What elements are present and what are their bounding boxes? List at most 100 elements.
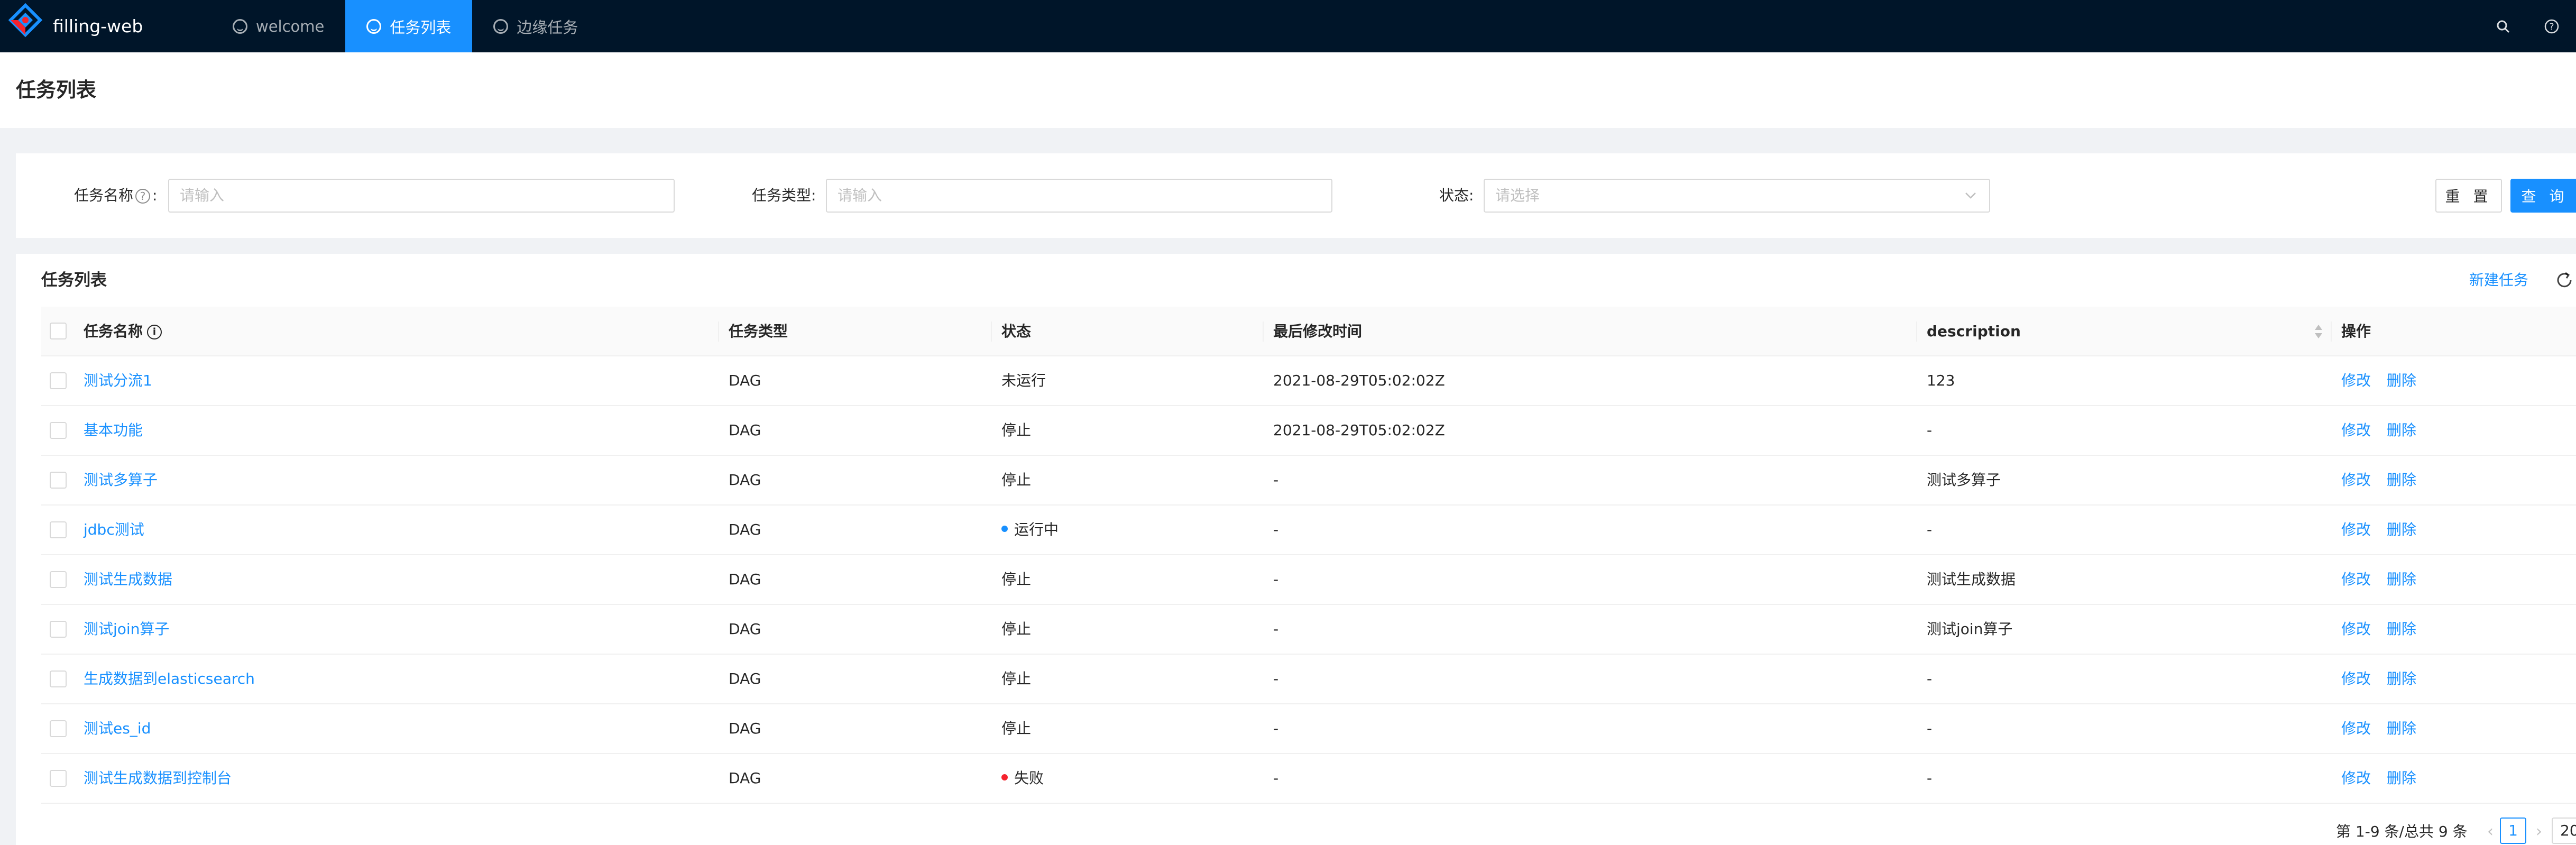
- pagination-prev-button[interactable]: ‹: [2480, 818, 2501, 845]
- edit-link[interactable]: 修改: [2341, 605, 2371, 654]
- task-name-link[interactable]: 测试分流1: [84, 356, 152, 405]
- row-checkbox[interactable]: [50, 571, 67, 588]
- page-size-select[interactable]: 20: [2552, 818, 2576, 844]
- delete-link[interactable]: 删除: [2387, 356, 2416, 405]
- task-name-link[interactable]: 测试join算子: [84, 605, 169, 654]
- app-title[interactable]: filling-web: [53, 0, 143, 52]
- description-cell: -: [1927, 421, 1933, 439]
- query-button[interactable]: 查 询: [2510, 179, 2576, 213]
- task-status-text: 运行中: [1014, 521, 1059, 538]
- info-circle-icon[interactable]: i: [147, 325, 162, 339]
- edit-link[interactable]: 修改: [2341, 704, 2371, 753]
- pagination-page-1[interactable]: 1: [2500, 818, 2526, 844]
- reset-button[interactable]: 重 置: [2435, 179, 2502, 213]
- task-type-label-text: 任务类型: [752, 187, 812, 204]
- nav-item-edge-tasks[interactable]: 边缘任务: [472, 0, 599, 52]
- task-type-cell: DAG: [729, 521, 761, 538]
- status-dot-icon: [1001, 774, 1008, 780]
- task-name-link[interactable]: 测试生成数据: [84, 555, 172, 604]
- header-actions: ?: [2479, 0, 2576, 52]
- table-row: 测试生成数据到控制台 DAG 失败 - - 修改 删除: [41, 754, 2576, 804]
- table-row: 测试分流1 DAG 未运行 2021-08-29T05:02:02Z 123 修改 删除: [41, 356, 2576, 406]
- task-status-text: 停止: [1001, 421, 1032, 439]
- task-type-cell: DAG: [729, 471, 761, 489]
- task-type-input-wrapper: [826, 179, 1332, 213]
- reload-icon[interactable]: [2554, 270, 2575, 291]
- select-all-checkbox[interactable]: [50, 323, 67, 339]
- question-circle-icon[interactable]: ?: [135, 189, 151, 204]
- task-name-link[interactable]: 测试多算子: [84, 456, 158, 504]
- row-checkbox[interactable]: [50, 720, 67, 737]
- task-type-cell: DAG: [729, 372, 761, 389]
- nav-item-welcome[interactable]: welcome: [211, 0, 345, 52]
- task-type-cell: DAG: [729, 769, 761, 787]
- delete-link[interactable]: 删除: [2387, 754, 2416, 803]
- header-help-button[interactable]: ?: [2527, 0, 2576, 52]
- description-cell: 测试生成数据: [1927, 571, 2016, 588]
- column-header-description[interactable]: description: [1927, 307, 2021, 356]
- task-name-link[interactable]: 测试es_id: [84, 704, 151, 753]
- edit-link[interactable]: 修改: [2341, 754, 2371, 803]
- task-name-link[interactable]: 生成数据到elasticsearch: [84, 655, 255, 703]
- label-colon: :: [811, 187, 816, 204]
- modified-time-cell: -: [1273, 720, 1279, 737]
- task-name-input-wrapper: [168, 179, 675, 213]
- task-name-input[interactable]: [180, 180, 663, 211]
- edit-link[interactable]: 修改: [2341, 506, 2371, 554]
- edit-link[interactable]: 修改: [2341, 356, 2371, 405]
- edit-link[interactable]: 修改: [2341, 406, 2371, 455]
- task-status-cell: 未运行: [1001, 356, 1046, 405]
- description-cell: 123: [1927, 372, 1955, 389]
- task-name-link[interactable]: 测试生成数据到控制台: [84, 754, 232, 803]
- pagination-next-button[interactable]: ›: [2528, 818, 2550, 845]
- row-checkbox[interactable]: [50, 521, 67, 538]
- status-select[interactable]: 请选择: [1484, 179, 1990, 213]
- row-checkbox[interactable]: [50, 621, 67, 638]
- task-type-input[interactable]: [838, 180, 1321, 211]
- row-checkbox[interactable]: [50, 422, 67, 439]
- row-checkbox[interactable]: [50, 770, 67, 787]
- modified-time-cell: 2021-08-29T05:02:02Z: [1273, 372, 1445, 389]
- task-table-card: 任务列表 新建任务 任务名称 i 任务类型 状态 最后修改时间 descripti…: [16, 254, 2576, 845]
- delete-link[interactable]: 删除: [2387, 655, 2416, 703]
- page-title: 任务列表: [16, 78, 97, 102]
- delete-link[interactable]: 删除: [2387, 456, 2416, 504]
- task-status-cell: 停止: [1001, 406, 1031, 455]
- smile-icon: [493, 19, 509, 34]
- column-header-name[interactable]: 任务名称 i: [84, 307, 162, 356]
- task-status-text: 失败: [1014, 769, 1044, 787]
- delete-link[interactable]: 删除: [2387, 704, 2416, 753]
- modified-time-cell: -: [1273, 620, 1279, 638]
- sort-icon[interactable]: [2313, 323, 2324, 341]
- table-header: 任务名称 i 任务类型 状态 最后修改时间 description 操作: [41, 307, 2576, 356]
- delete-link[interactable]: 删除: [2387, 605, 2416, 654]
- table-row: jdbc测试 DAG 运行中 - - 修改 删除: [41, 506, 2576, 555]
- task-status-text: 未运行: [1001, 372, 1046, 389]
- edit-link[interactable]: 修改: [2341, 456, 2371, 504]
- status-label-text: 状态: [1439, 187, 1469, 204]
- row-checkbox[interactable]: [50, 671, 67, 687]
- delete-link[interactable]: 删除: [2387, 555, 2416, 604]
- task-status-cell: 运行中: [1001, 506, 1059, 554]
- delete-link[interactable]: 删除: [2387, 406, 2416, 455]
- top-nav-menu: welcome 任务列表 边缘任务: [211, 0, 599, 52]
- pagination-total: 第 1-9 条/总共 9 条: [2336, 823, 2468, 840]
- task-name-link[interactable]: 基本功能: [84, 406, 143, 455]
- app-logo-icon[interactable]: [7, 3, 43, 39]
- nav-item-task-list[interactable]: 任务列表: [345, 0, 473, 52]
- row-checkbox[interactable]: [50, 472, 67, 489]
- smile-icon: [233, 19, 247, 34]
- delete-link[interactable]: 删除: [2387, 506, 2416, 554]
- header-search-button[interactable]: [2479, 0, 2527, 52]
- task-status-text: 停止: [1001, 620, 1032, 638]
- new-task-button[interactable]: 新建任务: [2469, 254, 2528, 307]
- column-header-type: 任务类型: [729, 323, 788, 340]
- description-cell: -: [1927, 769, 1933, 787]
- column-separator: [1916, 322, 1917, 342]
- edit-link[interactable]: 修改: [2341, 655, 2371, 703]
- row-checkbox[interactable]: [50, 372, 67, 389]
- edit-link[interactable]: 修改: [2341, 555, 2371, 604]
- column-separator: [1263, 322, 1264, 342]
- status-label: 状态:: [1439, 153, 1474, 238]
- task-name-link[interactable]: jdbc测试: [84, 506, 144, 554]
